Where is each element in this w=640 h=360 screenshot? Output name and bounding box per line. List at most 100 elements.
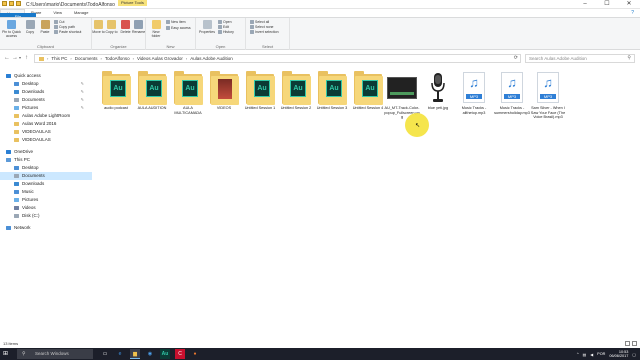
nav-item[interactable]: Music bbox=[0, 188, 92, 196]
nav-item[interactable]: Aulas Word 2016 bbox=[0, 120, 92, 128]
windows-start-icon[interactable]: ⊞ bbox=[3, 351, 8, 357]
copy-button[interactable]: Copy bbox=[23, 20, 37, 34]
nav-item-label: Aulas Adobe LightRoom bbox=[22, 113, 71, 118]
nav-item[interactable]: Videos bbox=[0, 204, 92, 212]
breadcrumb-this-pc[interactable]: This PC bbox=[51, 55, 67, 62]
select-all-button[interactable]: Select all bbox=[250, 20, 269, 25]
file-item[interactable]: ♫ MP3 Sam Silver - When I Saw Your Face (T… bbox=[530, 71, 566, 120]
file-item[interactable]: ♫ MP3 Music Tracks - summersholiday.mp3 bbox=[494, 71, 530, 115]
help-icon[interactable]: ? bbox=[625, 9, 640, 17]
file-item[interactable]: Au Untitled Session 3 bbox=[314, 71, 350, 111]
nav-item[interactable]: Desktop ✎ bbox=[0, 80, 92, 88]
file-item[interactable]: VIDEOS bbox=[206, 71, 242, 111]
nav-item[interactable]: Documents ✎ bbox=[0, 96, 92, 104]
file-name: Sam Silver - When I Saw Your Face (The V… bbox=[530, 106, 566, 119]
open-button[interactable]: Open bbox=[218, 20, 232, 25]
search-input[interactable]: Search Aulas Adobe Audition ⚲ bbox=[525, 54, 635, 63]
copy-to-button[interactable]: Copy to bbox=[105, 20, 118, 34]
file-explorer-icon[interactable]: ▆ bbox=[130, 349, 140, 359]
breadcrumb-documents[interactable]: Documents bbox=[75, 55, 98, 62]
edit-button[interactable]: Edit bbox=[218, 25, 229, 30]
pin-quick-access-button[interactable]: Pin to Quick access bbox=[1, 20, 22, 38]
nav-item[interactable]: Desktop bbox=[0, 164, 92, 172]
language-indicator[interactable]: POR bbox=[597, 352, 605, 356]
new-item-button[interactable]: New item bbox=[166, 20, 186, 25]
nav-item[interactable]: Documents bbox=[0, 172, 92, 180]
clock[interactable]: 10:53 06/06/2017 bbox=[609, 350, 628, 359]
nav-item[interactable]: Pictures ✎ bbox=[0, 104, 92, 112]
tab-view[interactable]: View bbox=[47, 9, 68, 17]
new-folder-button[interactable]: New folder bbox=[149, 20, 163, 38]
tab-manage[interactable]: Manage bbox=[68, 9, 94, 17]
task-view-icon[interactable]: ▭ bbox=[100, 349, 110, 359]
group-organize: Move to Copy to Delete Rename Organize bbox=[92, 18, 146, 50]
copy-path-label: Copy path bbox=[59, 25, 75, 29]
nav-item[interactable]: Pictures bbox=[0, 196, 92, 204]
nav-item[interactable]: VIDEOAULAS bbox=[0, 128, 92, 136]
nav-item[interactable]: Disk (C:) bbox=[0, 212, 92, 220]
breadcrumb-todoalfonso[interactable]: TodoAlfonso bbox=[105, 55, 130, 62]
properties-button[interactable]: Properties bbox=[199, 20, 215, 34]
system-tray: ^ ▤ ◀ POR 10:53 06/06/2017 ▢ bbox=[577, 348, 636, 360]
file-item[interactable]: Au AULA AUDITION bbox=[134, 71, 170, 111]
volume-icon[interactable]: ◀ bbox=[590, 352, 593, 357]
network-icon[interactable]: ▤ bbox=[583, 352, 587, 357]
maximize-button[interactable]: ☐ bbox=[596, 0, 618, 9]
paste-button[interactable]: Paste bbox=[38, 20, 52, 34]
nav-item[interactable]: VIDEOAULAS bbox=[0, 136, 92, 144]
move-to-button[interactable]: Move to bbox=[92, 20, 105, 34]
paste-shortcut-button[interactable]: Paste shortcut bbox=[54, 30, 81, 35]
breadcrumb-videos-aulas[interactable]: Videos Aulas Grovador bbox=[137, 55, 183, 62]
delete-button[interactable]: Delete bbox=[119, 20, 132, 34]
select-none-button[interactable]: Select none bbox=[250, 25, 274, 30]
properties-icon[interactable] bbox=[9, 1, 14, 6]
notifications-icon[interactable]: ▢ bbox=[632, 352, 636, 357]
history-button[interactable]: History bbox=[218, 30, 234, 35]
file-item[interactable]: Au Untitled Session 4 bbox=[350, 71, 386, 111]
camtasia-icon[interactable]: C bbox=[175, 349, 185, 359]
nav-item[interactable]: OneDrive bbox=[0, 148, 92, 156]
chrome-icon[interactable]: ◉ bbox=[145, 349, 155, 359]
address-bar[interactable]: › This PC › Documents › TodoAlfonso › Vi… bbox=[34, 54, 521, 63]
recent-locations-button[interactable]: ▾ bbox=[19, 55, 21, 61]
nav-item[interactable]: Quick access bbox=[0, 72, 92, 80]
nav-item[interactable]: Downloads bbox=[0, 180, 92, 188]
file-item[interactable]: Au audio podcast bbox=[98, 71, 134, 111]
history-icon bbox=[218, 30, 222, 35]
folder-icon[interactable] bbox=[2, 1, 7, 6]
nav-item[interactable]: Aulas Adobe LightRoom bbox=[0, 112, 92, 120]
chevron-up-icon[interactable]: ^ bbox=[577, 352, 579, 356]
nav-item[interactable]: Downloads ✎ bbox=[0, 88, 92, 96]
rename-button[interactable]: Rename bbox=[132, 20, 145, 34]
cut-button[interactable]: Cut bbox=[54, 20, 64, 25]
nav-item[interactable]: This PC bbox=[0, 156, 92, 164]
file-item[interactable]: blue yeti.jpg bbox=[420, 71, 456, 111]
group-name: Select bbox=[261, 44, 274, 49]
back-button[interactable]: ← bbox=[4, 55, 10, 61]
file-item[interactable]: Au Untitled Session 2 bbox=[278, 71, 314, 111]
nav-item-label: VIDEOAULAS bbox=[22, 137, 51, 142]
close-button[interactable]: ✕ bbox=[618, 0, 640, 9]
refresh-icon[interactable]: ⟳ bbox=[514, 55, 518, 62]
recorder-icon[interactable]: ● bbox=[190, 349, 200, 359]
new-folder-icon[interactable] bbox=[16, 1, 21, 6]
breadcrumb-aulas-audition[interactable]: Aulas Adobe Audition bbox=[190, 55, 233, 62]
nav-item[interactable]: Network bbox=[0, 224, 92, 232]
copy-path-button[interactable]: Copy path bbox=[54, 25, 75, 30]
minimize-button[interactable]: – bbox=[574, 0, 596, 9]
easy-access-button[interactable]: Easy access bbox=[166, 26, 191, 31]
file-item[interactable]: ♫ MP3 Music Tracks - allthetop.mp3 bbox=[456, 71, 492, 115]
invert-selection-button[interactable]: Invert selection bbox=[250, 30, 279, 35]
audition-icon[interactable]: Au bbox=[160, 349, 170, 359]
up-button[interactable]: ↑ bbox=[25, 55, 28, 61]
details-view-icon[interactable] bbox=[625, 341, 630, 346]
taskbar-search[interactable]: ⚲ Search Windows bbox=[17, 349, 93, 359]
file-item[interactable]: Au Untitled Session 1 bbox=[242, 71, 278, 111]
file-name: Music Tracks - summersholiday.mp3 bbox=[494, 106, 530, 115]
forward-button[interactable]: → bbox=[12, 55, 18, 61]
address-bar-row: ← → ▾ ↑ › This PC › Documents › TodoAlfo… bbox=[0, 51, 640, 66]
file-item[interactable]: Au AULA MULTICAMADA bbox=[170, 71, 206, 115]
edge-icon[interactable]: e bbox=[115, 349, 125, 359]
large-icons-view-icon[interactable] bbox=[632, 341, 637, 346]
easy-access-icon bbox=[166, 26, 170, 31]
